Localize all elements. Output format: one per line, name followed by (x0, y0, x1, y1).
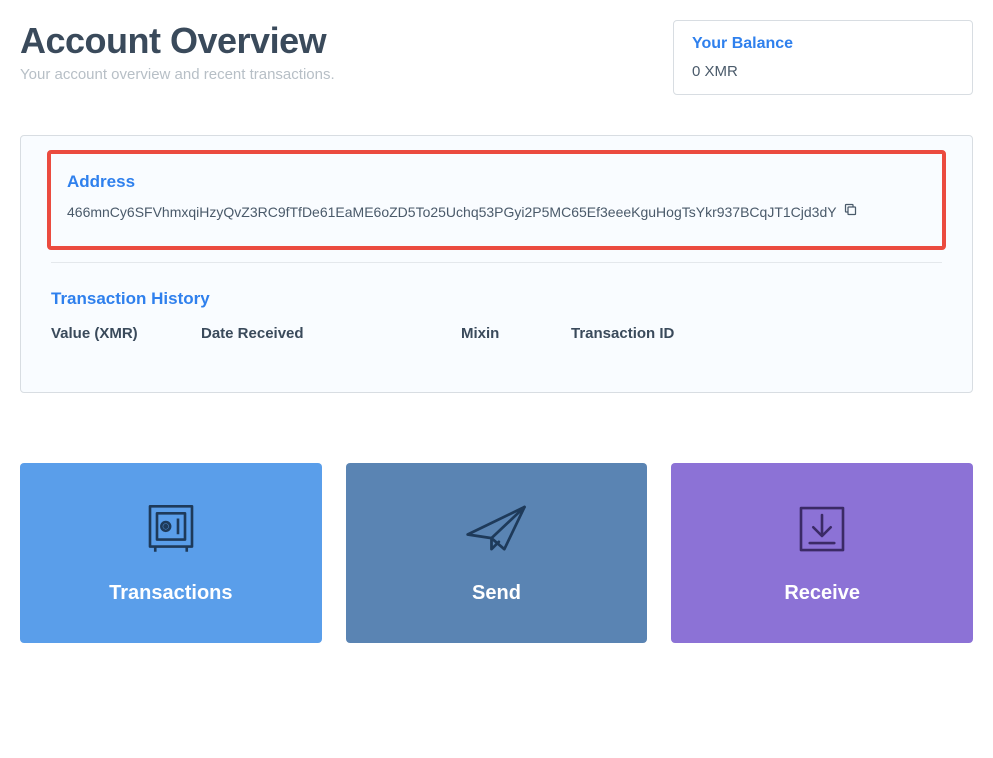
col-value: Value (XMR) (51, 325, 201, 342)
balance-value: 0 XMR (692, 63, 954, 80)
overview-panel: Address 466mnCy6SFVhmxqiHzyQvZ3RC9fTfDe6… (20, 135, 973, 393)
download-icon (794, 501, 850, 562)
safe-icon (143, 501, 199, 562)
send-card[interactable]: Send (346, 463, 648, 643)
paper-plane-icon (464, 501, 530, 562)
col-date: Date Received (201, 325, 461, 342)
address-label: Address (67, 172, 926, 192)
address-highlight-box: Address 466mnCy6SFVhmxqiHzyQvZ3RC9fTfDe6… (47, 150, 946, 250)
divider (51, 262, 942, 263)
col-txid: Transaction ID (571, 325, 942, 342)
page-header: Account Overview Your account overview a… (20, 20, 335, 83)
copy-icon[interactable] (843, 202, 858, 222)
balance-label: Your Balance (692, 35, 954, 53)
col-mixin: Mixin (461, 325, 571, 342)
page-title: Account Overview (20, 20, 335, 62)
address-value: 466mnCy6SFVhmxqiHzyQvZ3RC9fTfDe61EaME6oZ… (67, 204, 837, 220)
balance-card: Your Balance 0 XMR (673, 20, 973, 95)
page-subtitle: Your account overview and recent transac… (20, 66, 335, 83)
history-columns: Value (XMR) Date Received Mixin Transact… (51, 325, 942, 342)
history-label: Transaction History (51, 289, 942, 309)
action-cards: Transactions Send Receive (20, 463, 973, 643)
transactions-card[interactable]: Transactions (20, 463, 322, 643)
receive-label: Receive (784, 582, 860, 605)
transactions-label: Transactions (109, 582, 232, 605)
send-label: Send (472, 582, 521, 605)
receive-card[interactable]: Receive (671, 463, 973, 643)
